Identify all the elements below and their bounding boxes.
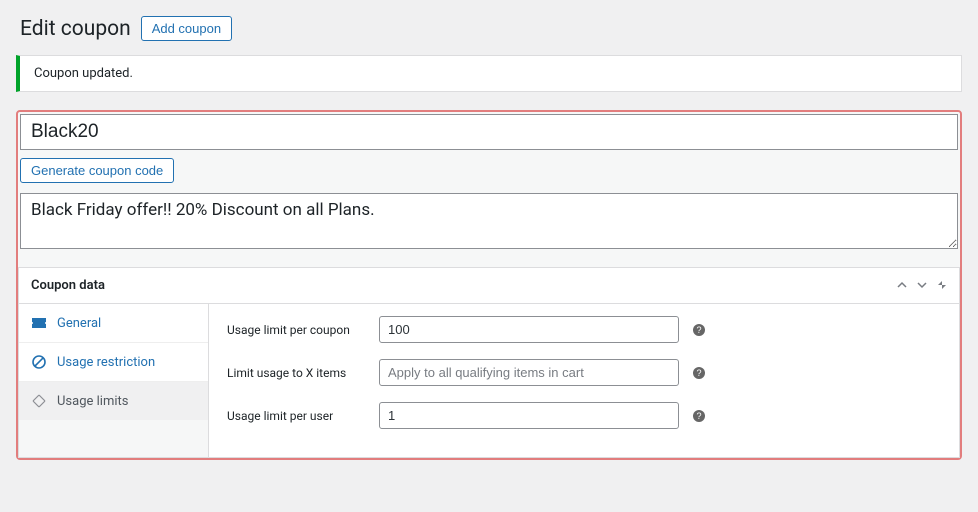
- panel-down-icon[interactable]: [917, 279, 927, 293]
- row-limit-items: Limit usage to X items ?: [227, 359, 941, 386]
- coupon-edit-region: Generate coupon code Coupon data: [16, 110, 962, 460]
- help-icon[interactable]: ?: [691, 408, 707, 424]
- panel-body: General Usage restriction: [19, 304, 959, 457]
- svg-text:?: ?: [696, 411, 701, 421]
- panel-toggle-icon[interactable]: [937, 279, 947, 293]
- tab-usage-restriction[interactable]: Usage restriction: [19, 343, 208, 382]
- coupon-code-input[interactable]: [20, 114, 958, 150]
- page-title: Edit coupon: [20, 17, 131, 41]
- coupon-data-panel: Coupon data: [18, 267, 960, 458]
- panel-controls: [897, 279, 947, 293]
- add-coupon-button[interactable]: Add coupon: [141, 16, 232, 41]
- below-title: Generate coupon code: [18, 150, 960, 193]
- panel-header: Coupon data: [19, 268, 959, 304]
- success-notice: Coupon updated.: [16, 55, 962, 92]
- row-limit-per-user: Usage limit per user ?: [227, 402, 941, 429]
- help-icon[interactable]: ?: [691, 365, 707, 381]
- notice-message: Coupon updated.: [34, 66, 133, 81]
- input-limit-per-coupon[interactable]: [379, 316, 679, 343]
- description-wrap: [18, 193, 960, 267]
- svg-text:?: ?: [696, 325, 701, 335]
- panel-tabs: General Usage restriction: [19, 304, 209, 457]
- label-limit-items: Limit usage to X items: [227, 366, 367, 380]
- label-limit-per-user: Usage limit per user: [227, 409, 367, 423]
- row-limit-per-coupon: Usage limit per coupon ?: [227, 316, 941, 343]
- tab-label: General: [57, 316, 101, 331]
- tab-label: Usage restriction: [57, 355, 155, 370]
- label-limit-per-coupon: Usage limit per coupon: [227, 323, 367, 337]
- tab-label: Usage limits: [57, 394, 128, 409]
- form-area: Usage limit per coupon ? Limit usage to …: [209, 304, 959, 457]
- help-icon[interactable]: ?: [691, 322, 707, 338]
- panel-title: Coupon data: [31, 278, 105, 293]
- svg-text:?: ?: [696, 368, 701, 378]
- coupon-description-input[interactable]: [20, 193, 958, 249]
- panel-up-icon[interactable]: [897, 279, 907, 293]
- tab-usage-limits[interactable]: Usage limits: [19, 382, 208, 420]
- input-limit-items[interactable]: [379, 359, 679, 386]
- arrows-icon: [31, 393, 47, 409]
- input-limit-per-user[interactable]: [379, 402, 679, 429]
- no-entry-icon: [31, 354, 47, 370]
- ticket-icon: [31, 315, 47, 331]
- page-header: Edit coupon Add coupon: [16, 16, 962, 41]
- coupon-code-wrap: [18, 112, 960, 150]
- generate-code-button[interactable]: Generate coupon code: [20, 158, 174, 183]
- tab-general[interactable]: General: [19, 304, 208, 343]
